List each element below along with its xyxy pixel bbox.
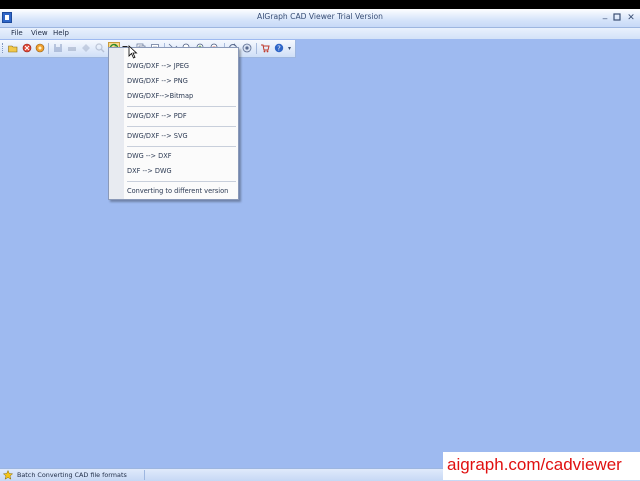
menu-item-dwg-dxf-to-png[interactable]: DWG/DXF --> PNG [127, 77, 188, 85]
menu-item-dwg-dxf-to-svg[interactable]: DWG/DXF --> SVG [127, 132, 188, 140]
menu-item-converting-version[interactable]: Converting to different version [127, 187, 228, 195]
menu-item-dwg-dxf-to-bitmap[interactable]: DWG/DXF-->Bitmap [127, 92, 193, 100]
mouse-cursor-icon [128, 45, 138, 59]
watermark-banner: aigraph.com/cadviewer [443, 452, 640, 480]
minimize-button[interactable]: _ [600, 10, 610, 20]
menu-item-dwg-dxf-to-pdf[interactable]: DWG/DXF --> PDF [127, 112, 187, 120]
menu-gutter [109, 48, 124, 199]
menu-help[interactable]: Help [53, 29, 69, 37]
menu-view[interactable]: View [31, 29, 48, 37]
menu-separator [127, 146, 236, 147]
menu-separator [127, 181, 236, 182]
toolbar-separator [256, 43, 257, 54]
print-icon[interactable] [67, 43, 77, 53]
title-bar[interactable]: AIGraph CAD Viewer Trial Version _ ✕ [0, 9, 640, 28]
zoom-icon[interactable] [95, 43, 105, 53]
menu-item-dxf-to-dwg[interactable]: DXF --> DWG [127, 167, 172, 175]
window-title: AIGraph CAD Viewer Trial Version [257, 12, 383, 21]
status-text: Batch Converting CAD file formats [17, 471, 127, 479]
toolbar-grip[interactable] [2, 43, 5, 53]
cart-icon[interactable] [260, 43, 270, 53]
maximize-icon [613, 13, 621, 21]
menu-bar: File View Help [0, 28, 640, 39]
open-icon[interactable] [8, 43, 18, 53]
convert-dropdown-menu: DWG/DXF --> JPEG DWG/DXF --> PNG DWG/DXF… [108, 47, 239, 200]
menu-separator [127, 126, 236, 127]
menu-item-dwg-to-dxf[interactable]: DWG --> DXF [127, 152, 172, 160]
menu-file[interactable]: File [11, 29, 23, 37]
svg-text:?: ? [277, 45, 281, 53]
toolbar-overflow-chevron-icon[interactable]: ▾ [288, 45, 293, 54]
stop-icon[interactable] [22, 43, 32, 53]
toolbar-separator [48, 43, 49, 54]
refresh-icon[interactable] [35, 43, 45, 53]
watermark-text: aigraph.com/cadviewer [447, 455, 622, 474]
status-divider [144, 470, 145, 480]
save-icon[interactable] [53, 43, 63, 53]
star-icon [3, 470, 13, 480]
maximize-button[interactable] [612, 13, 622, 23]
pan-icon[interactable] [81, 43, 91, 53]
app-window: AIGraph CAD Viewer Trial Version _ ✕ Fil… [0, 9, 640, 481]
menu-item-dwg-dxf-to-jpeg[interactable]: DWG/DXF --> JPEG [127, 62, 189, 70]
close-button[interactable]: ✕ [626, 13, 636, 23]
layers-icon[interactable] [242, 43, 252, 53]
menu-separator [127, 106, 236, 107]
help-icon[interactable]: ? [274, 43, 284, 53]
